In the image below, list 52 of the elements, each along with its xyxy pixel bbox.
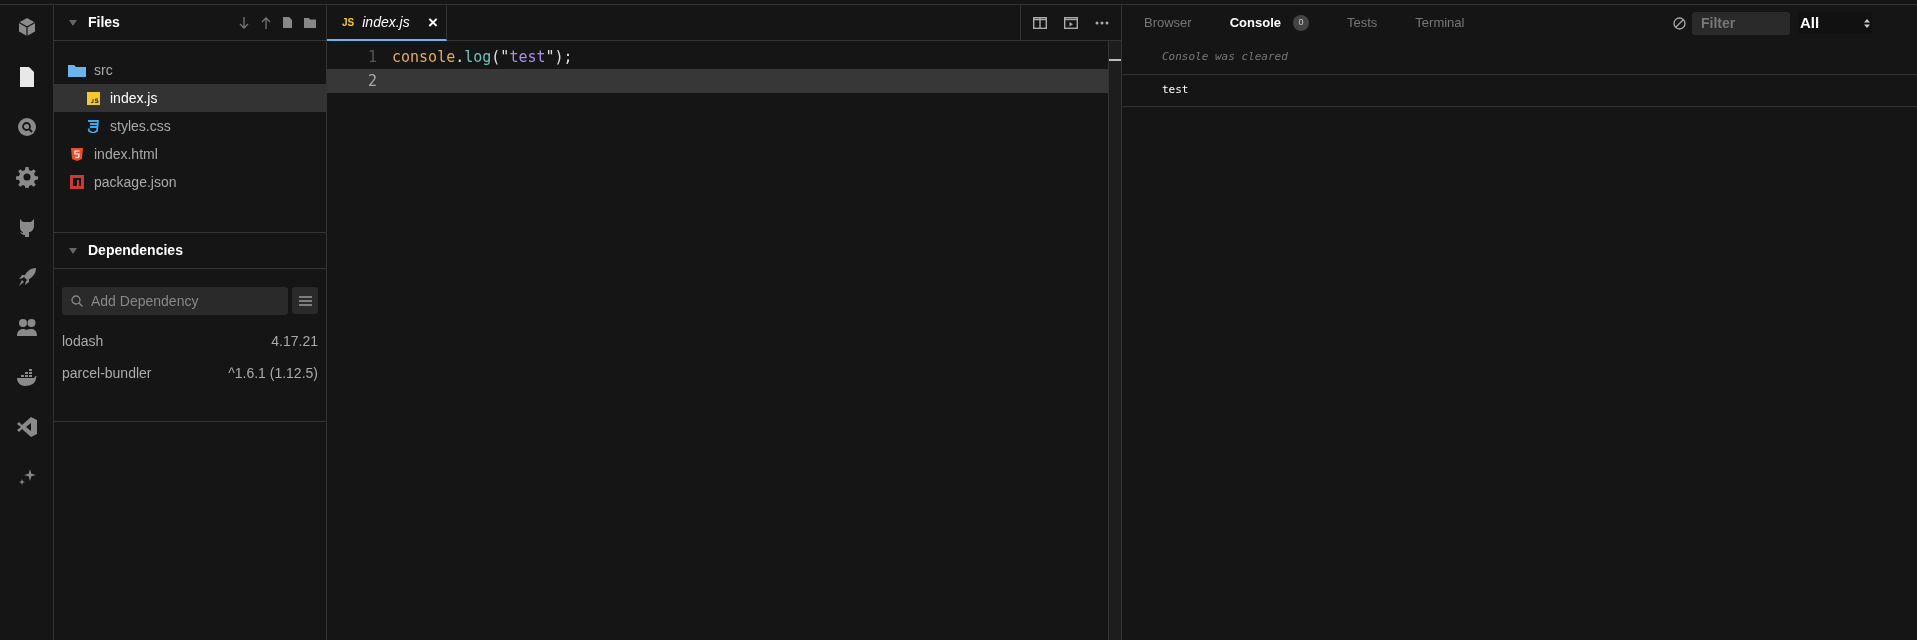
js-file-icon xyxy=(86,91,100,105)
html-file-icon xyxy=(71,147,83,161)
line-number: 1 xyxy=(366,46,377,68)
panel-tab[interactable]: Browser xyxy=(1144,13,1192,33)
add-dependency-field[interactable]: Add Dependency xyxy=(62,287,288,315)
people-icon[interactable] xyxy=(15,316,38,338)
panel-tab[interactable]: Console 0 xyxy=(1229,13,1309,33)
dependency-version: ^1.6.1 (1.12.5) xyxy=(228,363,318,383)
settings-icon[interactable] xyxy=(15,166,38,188)
filter-field[interactable]: Filter xyxy=(1692,11,1790,35)
code-editor-icon[interactable] xyxy=(15,416,38,438)
search-icon xyxy=(71,295,83,307)
dropdown-arrows-icon xyxy=(1864,18,1870,28)
line-number: 2 xyxy=(366,70,377,92)
panel-tab[interactable]: Tests xyxy=(1347,13,1378,33)
code-line: console.log("test"); xyxy=(392,46,573,68)
close-button[interactable]: × xyxy=(428,13,438,31)
css-file-icon xyxy=(87,119,99,133)
whale-icon[interactable] xyxy=(15,366,38,388)
count-badge: 0 xyxy=(1293,15,1309,31)
panel-tab[interactable]: Terminal xyxy=(1415,13,1465,33)
file-item[interactable]: src xyxy=(54,56,326,84)
level-select[interactable]: All xyxy=(1798,12,1872,34)
file-item[interactable]: package.json xyxy=(54,168,326,196)
files-title: Files xyxy=(88,13,121,32)
collapse-caret-icon[interactable] xyxy=(69,247,77,254)
menu-button[interactable] xyxy=(292,287,318,314)
clear-console-icon[interactable] xyxy=(1673,16,1686,30)
search-icon[interactable] xyxy=(15,116,38,138)
file-item[interactable]: index.html xyxy=(54,140,326,168)
new-file-icon[interactable] xyxy=(283,17,292,28)
split-view-icon[interactable] xyxy=(1033,16,1047,29)
dependency-name[interactable]: parcel-bundler xyxy=(62,362,152,384)
file-item[interactable]: index.js xyxy=(54,84,326,112)
dependency-version: 4.17.21 xyxy=(271,331,318,351)
file-type-label: JS xyxy=(342,15,355,30)
menu-icon xyxy=(298,295,312,306)
editor-tab[interactable]: JS index.js × xyxy=(327,5,447,41)
more-icon[interactable] xyxy=(1095,20,1109,25)
preview-icon[interactable] xyxy=(1064,16,1078,29)
console-info-message: Console was cleared xyxy=(1162,49,1288,66)
new-folder-icon[interactable] xyxy=(304,17,316,28)
console-log-message: test xyxy=(1162,82,1189,99)
package-file-icon xyxy=(70,175,84,189)
collapse-caret-icon[interactable] xyxy=(69,19,77,26)
folder-icon xyxy=(68,63,86,77)
scrollbar[interactable] xyxy=(1108,41,1121,640)
dependencies-title: Dependencies xyxy=(88,241,183,260)
download-arrow-icon[interactable] xyxy=(239,16,249,29)
upload-arrow-icon[interactable] xyxy=(261,16,271,29)
file-item[interactable]: styles.css xyxy=(54,112,326,140)
dependency-name[interactable]: lodash xyxy=(62,330,104,352)
